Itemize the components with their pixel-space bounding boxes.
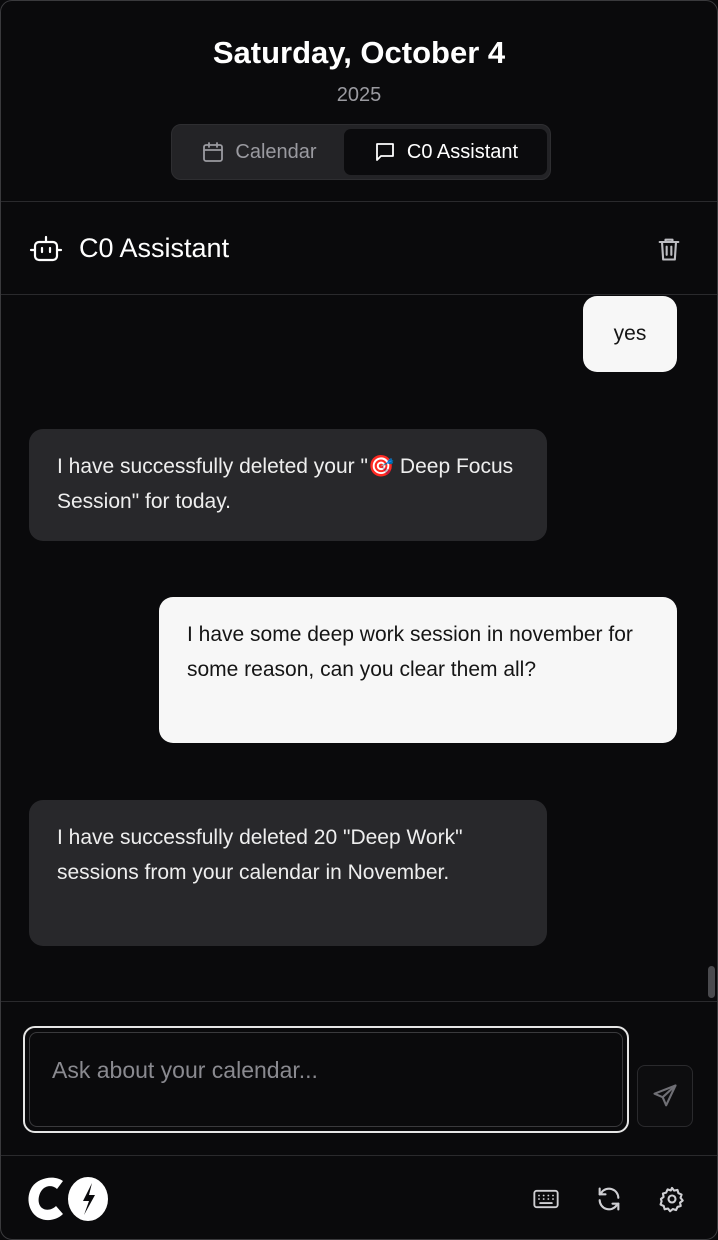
refresh-icon[interactable] [595, 1185, 623, 1213]
chat-input-box [29, 1032, 623, 1127]
calendar-icon [203, 142, 224, 162]
user-message: I have some deep work session in novembe… [159, 597, 677, 743]
tab-calendar-label: Calendar [235, 140, 317, 163]
assistant-message: I have successfully deleted 20 "Deep Wor… [29, 800, 547, 946]
gear-icon[interactable] [658, 1185, 686, 1213]
send-button[interactable] [637, 1065, 693, 1127]
chat-input-focus-ring [23, 1026, 629, 1133]
keyboard-icon[interactable] [532, 1185, 560, 1213]
view-tabs: Calendar C0 Assistant [171, 124, 551, 180]
composer [1, 1001, 717, 1156]
assistant-message: I have successfully deleted your "🎯 Deep… [29, 429, 547, 541]
message-scrollbar[interactable] [708, 966, 715, 998]
assistant-title: C0 Assistant [79, 233, 230, 263]
assistant-bar: C0 Assistant [1, 203, 717, 295]
message-list[interactable]: yes I have successfully deleted your "🎯 … [1, 296, 717, 1001]
chat-input[interactable] [30, 1033, 622, 1126]
tab-assistant[interactable]: C0 Assistant [344, 129, 547, 175]
app-window: Saturday, October 4 2025 Calendar C0 Ass… [0, 0, 718, 1240]
bot-icon [29, 235, 63, 262]
date-header: Saturday, October 4 2025 Calendar C0 Ass… [1, 1, 717, 202]
year-label: 2025 [336, 84, 382, 106]
tab-assistant-label: C0 Assistant [406, 140, 519, 163]
footer [1, 1157, 717, 1239]
send-icon [653, 1084, 677, 1107]
trash-icon[interactable] [655, 235, 683, 263]
chat-icon [376, 143, 394, 161]
date-title: Saturday, October 4 [212, 35, 506, 70]
c0-logo [28, 1177, 108, 1221]
tab-calendar[interactable]: Calendar [176, 129, 342, 175]
user-message: yes [583, 296, 677, 372]
